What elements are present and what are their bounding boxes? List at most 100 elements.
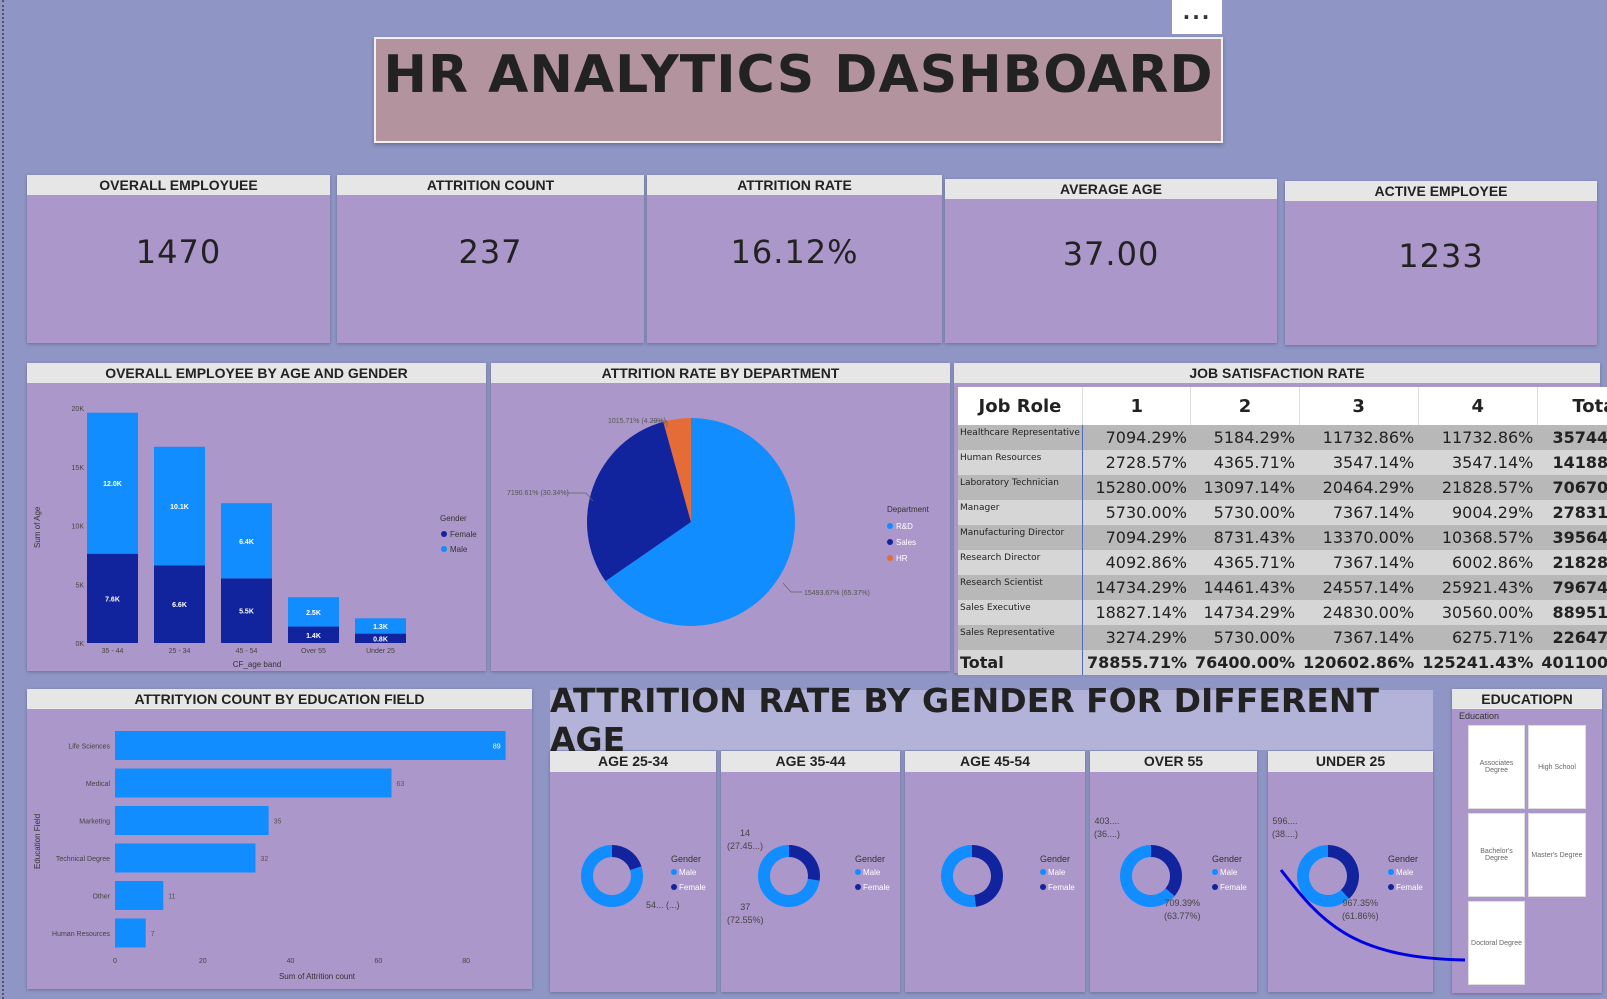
total-cell: 120602.86% (1299, 650, 1419, 675)
y-tick-label: 5K (75, 582, 84, 589)
table-cell: 15280.00% (1082, 475, 1191, 500)
legend-item: R&D (896, 522, 913, 531)
dashboard-title: HR ANALYTICS DASHBOARD (383, 45, 1214, 105)
more-options-button[interactable]: ··· (1172, 0, 1222, 34)
x-tick-label: 45 - 54 (236, 648, 258, 655)
donut-chart: Gender Male Female (1120, 845, 1247, 907)
table-cell: 8731.43% (1190, 525, 1300, 550)
legend-item: Female (863, 883, 890, 892)
donut-title: OVER 55 (1090, 751, 1257, 772)
column-header[interactable]: 3 (1299, 387, 1419, 425)
table-cell: 27831.43% (1537, 500, 1607, 525)
table-row: Manufacturing Director 7094.29% 8731.43% 13… (958, 525, 1607, 550)
donut-data-label: 403.... (36....) (1094, 816, 1121, 839)
department-pie-chart: 1015.71% (4.29%) 7190.61% (30.34%) 15493.6… (507, 418, 930, 626)
column-header[interactable]: Total (1537, 387, 1607, 425)
education-field-chart-card[interactable]: ATTRITYION COUNT BY EDUCATION FIELD Life… (27, 689, 532, 989)
bar-data-label: 0.8K (373, 636, 388, 643)
kpi-card-attrition-rate[interactable]: ATTRITION RATE 16.12% (647, 175, 942, 343)
table-row: Laboratory Technician 15280.00% 13097.14% 2… (958, 475, 1607, 500)
table-cell: 10368.57% (1418, 525, 1538, 550)
total-cell: 78855.71% (1082, 650, 1191, 675)
donut-chart: Gender Male Female (758, 845, 890, 907)
donut-card-under-25[interactable]: UNDER 25 Gender Male Female 596.... (38....)… (1268, 751, 1433, 992)
donut-card-age-45-54[interactable]: AGE 45-54 Gender Male Female (905, 751, 1085, 992)
education-slicer-card[interactable]: EDUCATIOPN Education Associates Degree H… (1452, 689, 1602, 993)
slicer-title: EDUCATIOPN (1452, 689, 1602, 709)
kpi-card-attrition-count[interactable]: ATTRITION COUNT 237 (337, 175, 644, 343)
kpi-label: ACTIVE EMPLOYEE (1285, 181, 1597, 201)
donut-segment-female (1328, 845, 1359, 899)
column-header[interactable]: 2 (1190, 387, 1300, 425)
kpi-label: OVERALL EMPLOYUEE (27, 175, 330, 195)
kpi-card-overall[interactable]: OVERALL EMPLOYUEE 1470 (27, 175, 330, 343)
column-header[interactable]: 4 (1418, 387, 1538, 425)
legend-item: HR (896, 554, 908, 563)
legend-title: Gender (440, 514, 467, 523)
table-cell: 6275.71% (1418, 625, 1538, 650)
column-header[interactable]: 1 (1082, 387, 1192, 425)
education-tile-high-school[interactable]: High School (1528, 725, 1586, 809)
table-cell: 21828.57% (1537, 550, 1607, 575)
total-cell: 401100.00% (1537, 650, 1607, 675)
table-cell: 39564.29% (1537, 525, 1607, 550)
x-tick-label: 40 (287, 958, 295, 965)
donut-card-over-55[interactable]: OVER 55 Gender Male Female 403.... (36....) 7… (1090, 751, 1257, 992)
bar-medical (115, 768, 392, 798)
bar-data-label: 1.4K (306, 633, 321, 640)
legend-dot (1040, 884, 1046, 890)
table-cell: 13097.14% (1190, 475, 1300, 500)
legend-dot (671, 884, 677, 890)
pie-data-label: 7190.61% (30.34%) (507, 490, 569, 497)
age-gender-chart-card[interactable]: OVERALL EMPLOYEE BY AGE AND GENDER 20K 15… (27, 363, 486, 671)
table-cell: 6002.86% (1418, 550, 1538, 575)
kpi-value: 1470 (135, 233, 222, 271)
kpi-label: ATTRITION RATE (647, 175, 942, 195)
kpi-value: 1233 (1398, 237, 1484, 275)
row-label: Manager (958, 500, 1083, 525)
donut-segment-female (972, 845, 1003, 907)
legend-dot (887, 523, 893, 529)
legend-dot (1040, 869, 1046, 875)
education-tile-bachelors[interactable]: Bachelor's Degree (1468, 813, 1525, 897)
department-pie-card[interactable]: ATTRITION RATE BY DEPARTMENT 1015.71% (4… (491, 363, 950, 671)
kpi-card-active[interactable]: ACTIVE EMPLOYEE 1233 (1285, 181, 1597, 345)
x-tick-label: Under 25 (366, 648, 395, 655)
job-satisfaction-card[interactable]: JOB SATISFACTION RATE Job Role 1 2 3 4 T… (954, 363, 1607, 675)
table-cell: 4365.71% (1190, 450, 1300, 475)
donut-segment-female (789, 845, 820, 881)
legend-item: Male (1048, 868, 1066, 877)
age-gender-chart: 20K 15K 10K 5K 0K Sum of Age 7.6K 12.0K 35 - 44 6… (33, 406, 477, 669)
table-cell: 3274.29% (1082, 625, 1191, 650)
donut-card-age-25-34[interactable]: AGE 25-34 Gender Male Female 54... (...) (550, 751, 716, 992)
table-cell: 5730.00% (1190, 625, 1300, 650)
legend-dot (441, 546, 447, 552)
table-cell: 7094.29% (1082, 525, 1191, 550)
education-tile-masters[interactable]: Master's Degree (1528, 813, 1586, 897)
bar-data-label: 32 (260, 856, 268, 863)
table-cell: 22647.14% (1537, 625, 1607, 650)
table-title: JOB SATISFACTION RATE (954, 363, 1600, 383)
table-cell: 18827.14% (1082, 600, 1191, 625)
legend-item: Female (1220, 883, 1247, 892)
table-total-row: Total 78855.71% 76400.00% 120602.86% 125241.… (958, 650, 1607, 675)
bar-data-label: 6.6K (172, 602, 187, 609)
kpi-card-average-age[interactable]: AVERAGE AGE 37.00 (945, 179, 1277, 343)
bar-life-sciences (115, 731, 506, 760)
x-axis-label: CF_age band (233, 660, 281, 669)
legend-dot (887, 539, 893, 545)
column-header[interactable]: Job Role (958, 387, 1083, 425)
education-tile-associates[interactable]: Associates Degree (1468, 725, 1525, 809)
table-cell: 30560.00% (1418, 600, 1538, 625)
donut-card-age-35-44[interactable]: AGE 35-44 Gender Male Female 14 (27.45...) 37… (721, 751, 900, 992)
education-tile-doctoral[interactable]: Doctoral Degree (1468, 901, 1525, 985)
total-label: Total (958, 650, 1083, 675)
legend-item: Sales (896, 538, 916, 547)
table-cell: 7367.14% (1299, 500, 1419, 525)
legend-dot (441, 531, 447, 537)
bar-data-label: 12.0K (103, 481, 122, 488)
donut-data-label: 967.35% (61.86%) (1342, 898, 1379, 921)
table-header-row: Job Role 1 2 3 4 Total (958, 387, 1607, 425)
total-cell: 125241.43% (1418, 650, 1538, 675)
table-cell: 25921.43% (1418, 575, 1538, 600)
